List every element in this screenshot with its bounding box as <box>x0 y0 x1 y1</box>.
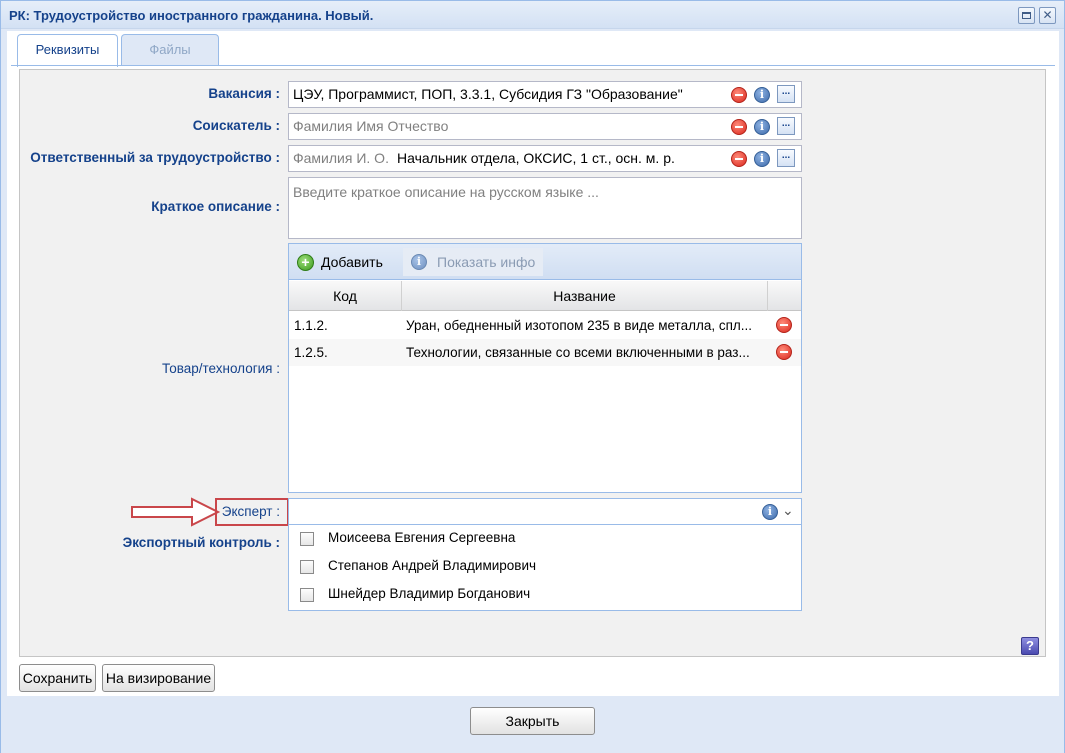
column-name[interactable]: Название <box>402 281 768 311</box>
column-code[interactable]: Код <box>289 281 402 311</box>
close-icon[interactable]: ✕ <box>1039 7 1056 24</box>
close-button[interactable]: Закрыть <box>470 707 595 735</box>
option-label: Шнейдер Владимир Богданович <box>328 586 531 601</box>
export-control-label: Экспортный контроль : <box>122 535 280 550</box>
applicant-select-icon[interactable]: ... <box>777 117 795 135</box>
tab-files[interactable]: Файлы <box>121 34 219 65</box>
description-textarea[interactable]: Введите краткое описание на русском язык… <box>288 177 802 239</box>
window-title: РК: Трудоустройство иностранного граждан… <box>9 8 374 23</box>
vacancy-field[interactable]: ЦЭУ, Программист, ПОП, 3.3.1, Субсидия Г… <box>288 81 802 108</box>
vacancy-info-icon[interactable]: i <box>754 87 770 103</box>
tab-strip-divider <box>11 65 1055 66</box>
info-icon: i <box>411 254 427 270</box>
form-panel: Вакансия : ЦЭУ, Программист, ПОП, 3.3.1,… <box>19 69 1046 657</box>
dialog-body: Реквизиты Файлы Вакансия : ЦЭУ, Программ… <box>7 31 1059 696</box>
arrow-annotation-icon <box>131 497 221 527</box>
expert-combobox[interactable]: i ⌄ <box>288 498 802 525</box>
option-checkbox[interactable] <box>300 560 314 574</box>
send-for-approval-button[interactable]: На визирование <box>102 664 215 692</box>
add-button[interactable]: + Добавить <box>297 248 383 276</box>
goods-grid: + Добавить i Показать инфо Код Название … <box>288 243 802 493</box>
remove-row-icon[interactable] <box>776 317 792 333</box>
row-code: 1.1.2. <box>294 318 328 333</box>
chevron-down-icon[interactable]: ⌄ <box>782 502 794 519</box>
responsible-value: Начальник отдела, ОКСИС, 1 ст., осн. м. … <box>397 150 675 166</box>
option-checkbox[interactable] <box>300 588 314 602</box>
goods-grid-header: Код Название <box>289 281 801 311</box>
clear-applicant-icon[interactable] <box>731 119 747 135</box>
expert-info-icon[interactable]: i <box>762 504 778 520</box>
add-button-label: Добавить <box>321 254 383 270</box>
help-icon[interactable]: ? <box>1021 637 1039 655</box>
applicant-placeholder: Фамилия Имя Отчество <box>293 118 449 134</box>
description-label: Краткое описание : <box>151 199 280 214</box>
tab-requisites[interactable]: Реквизиты <box>17 34 118 67</box>
clear-vacancy-icon[interactable] <box>731 87 747 103</box>
footer-bar: Закрыть <box>1 697 1064 753</box>
description-placeholder: Введите краткое описание на русском язык… <box>293 184 599 200</box>
column-actions <box>768 281 801 311</box>
row-name: Технологии, связанные со всеми включенны… <box>406 345 750 360</box>
list-item[interactable]: Шнейдер Владимир Богданович <box>289 581 801 609</box>
applicant-label: Соискатель : <box>192 118 280 133</box>
expert-label: Эксперт : <box>221 504 280 519</box>
table-row[interactable]: 1.1.2. Уран, обедненный изотопом 235 в в… <box>289 312 801 339</box>
option-label: Моисеева Евгения Сергеевна <box>328 530 516 545</box>
list-item[interactable]: Степанов Андрей Владимирович <box>289 553 801 581</box>
list-item[interactable]: Моисеева Евгения Сергеевна <box>289 525 801 553</box>
plus-icon: + <box>297 254 314 271</box>
row-code: 1.2.5. <box>294 345 328 360</box>
vacancy-value: ЦЭУ, Программист, ПОП, 3.3.1, Субсидия Г… <box>293 86 683 102</box>
dialog-window: РК: Трудоустройство иностранного граждан… <box>0 0 1065 753</box>
responsible-placeholder: Фамилия И. О. <box>293 150 389 166</box>
vacancy-label: Вакансия : <box>208 86 280 101</box>
vacancy-select-icon[interactable]: ... <box>777 85 795 103</box>
row-name: Уран, обедненный изотопом 235 в виде мет… <box>406 318 753 333</box>
responsible-info-icon[interactable]: i <box>754 151 770 167</box>
option-label: Степанов Андрей Владимирович <box>328 558 537 573</box>
responsible-field[interactable]: Фамилия И. О. Начальник отдела, ОКСИС, 1… <box>288 145 802 172</box>
maximize-icon[interactable] <box>1018 7 1035 24</box>
expert-dropdown-list: Моисеева Евгения Сергеевна Степанов Андр… <box>288 525 802 611</box>
title-bar: РК: Трудоустройство иностранного граждан… <box>1 1 1064 29</box>
goods-toolbar: + Добавить i Показать инфо <box>289 244 801 280</box>
show-info-label: Показать инфо <box>437 254 536 270</box>
clear-responsible-icon[interactable] <box>731 151 747 167</box>
responsible-label: Ответственный за трудоустройство : <box>30 150 280 165</box>
applicant-info-icon[interactable]: i <box>754 119 770 135</box>
responsible-select-icon[interactable]: ... <box>777 149 795 167</box>
show-info-button[interactable]: i Показать инфо <box>403 248 543 276</box>
option-checkbox[interactable] <box>300 532 314 546</box>
goods-label: Товар/технология : <box>162 361 280 376</box>
remove-row-icon[interactable] <box>776 344 792 360</box>
save-button[interactable]: Сохранить <box>19 664 96 692</box>
applicant-field[interactable]: Фамилия Имя Отчество i ... <box>288 113 802 140</box>
table-row[interactable]: 1.2.5. Технологии, связанные со всеми вк… <box>289 339 801 366</box>
